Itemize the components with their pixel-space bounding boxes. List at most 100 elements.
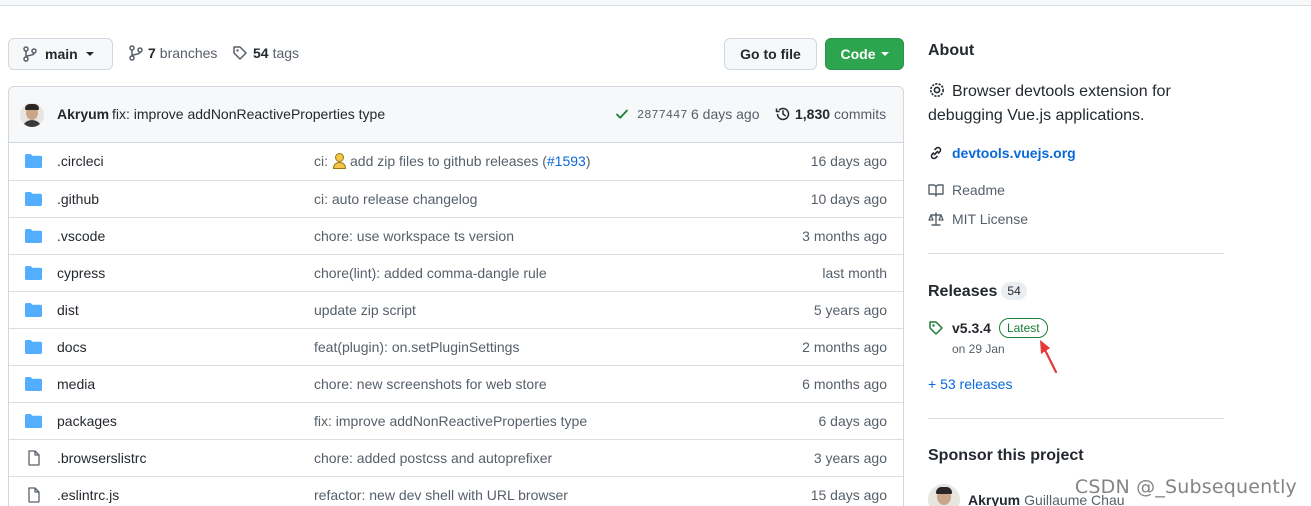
sponsor-login: Akryum xyxy=(968,492,1021,506)
folder-icon xyxy=(25,154,42,168)
tags-count: 54 xyxy=(253,45,269,61)
table-row: dist update zip script 5 years ago xyxy=(9,291,903,328)
file-time: last month xyxy=(822,265,887,281)
releases-count-badge: 54 xyxy=(1001,282,1027,300)
commit-message-link[interactable]: chore: new screenshots for web store xyxy=(314,376,547,392)
commit-message-link[interactable]: refactor: new dev shell with URL browser xyxy=(314,487,568,503)
file-time: 6 days ago xyxy=(818,413,888,429)
folder-icon xyxy=(25,414,42,428)
table-row: .vscode chore: use workspace ts version 3 … xyxy=(9,217,903,254)
check-icon[interactable] xyxy=(615,107,629,121)
file-time: 3 months ago xyxy=(802,228,887,244)
file-name-link[interactable]: docs xyxy=(57,339,87,355)
commit-message-end: ) xyxy=(585,153,591,169)
tags-label: tags xyxy=(272,45,300,61)
history-icon xyxy=(775,107,790,121)
folder-icon xyxy=(25,192,42,206)
file-name-link[interactable]: media xyxy=(57,376,95,392)
branches-link[interactable]: 7 branches xyxy=(129,45,217,61)
file-time: 2 months ago xyxy=(802,339,887,355)
book-icon xyxy=(928,184,944,197)
file-name-link[interactable]: .github xyxy=(57,191,99,207)
homepage-link[interactable]: devtools.vuejs.org xyxy=(928,145,1076,161)
file-time: 3 years ago xyxy=(813,450,887,466)
file-list: .circleci ci: add zip files to github re… xyxy=(9,143,903,506)
file-name-link[interactable]: cypress xyxy=(57,265,105,281)
table-row: docs feat(plugin): on.setPluginSettings 2 … xyxy=(9,328,903,365)
commit-message-link[interactable]: ci: xyxy=(314,153,328,169)
file-icon xyxy=(28,487,40,503)
code-button-label: Code xyxy=(840,46,876,62)
file-name-link[interactable]: .eslintrc.js xyxy=(57,487,119,503)
go-to-file-button[interactable]: Go to file xyxy=(724,38,817,70)
commit-time: 6 days ago xyxy=(691,106,760,122)
table-row: .github ci: auto release changelog 10 days… xyxy=(9,180,903,217)
table-row: packages fix: improve addNonReactivePrope… xyxy=(9,402,903,439)
file-name-link[interactable]: .browserslistrc xyxy=(57,450,146,466)
sidebar-divider xyxy=(928,253,1224,254)
readme-link[interactable]: Readme xyxy=(928,182,1005,198)
branches-count: 7 xyxy=(148,45,156,61)
commit-message-link[interactable]: chore(lint): added comma-dangle rule xyxy=(314,265,547,281)
code-button[interactable]: Code xyxy=(825,38,904,70)
table-row: .eslintrc.js refactor: new dev shell with… xyxy=(9,476,903,506)
latest-release[interactable]: v5.3.4 Latest xyxy=(928,318,1048,338)
release-version: v5.3.4 xyxy=(952,320,991,336)
license-link[interactable]: MIT License xyxy=(928,211,1028,227)
more-releases-link[interactable]: + 53 releases xyxy=(928,376,1012,392)
homepage-label: devtools.vuejs.org xyxy=(952,145,1076,161)
commits-label: commits xyxy=(834,106,887,122)
commit-author-link[interactable]: Akryum xyxy=(57,106,109,122)
commits-history-link[interactable]: 1,830 commits xyxy=(775,106,886,122)
file-name-link[interactable]: packages xyxy=(57,413,117,429)
about-heading: About xyxy=(928,42,975,59)
commit-message-link[interactable]: fix: improve addNonReactiveProperties ty… xyxy=(112,106,385,122)
folder-icon xyxy=(25,303,42,317)
table-row: media chore: new screenshots for web stor… xyxy=(9,365,903,402)
tag-icon xyxy=(929,321,943,335)
annotation-arrow-icon xyxy=(1040,340,1058,374)
file-time: 16 days ago xyxy=(810,153,887,169)
commit-message-link[interactable]: chore: added postcss and autoprefixer xyxy=(314,450,552,466)
folder-icon xyxy=(25,266,42,280)
branch-label: main xyxy=(45,46,78,62)
sponsor-heading: Sponsor this project xyxy=(928,447,1084,464)
gear-icon xyxy=(930,83,944,97)
folder-icon xyxy=(25,340,42,354)
folder-icon xyxy=(25,377,42,391)
sidebar-divider xyxy=(928,418,1224,419)
file-commit-message: ci: add zip files to github releases (#1… xyxy=(314,153,591,169)
person-emoji-icon xyxy=(332,153,346,169)
link-icon xyxy=(930,146,942,160)
commit-message-link[interactable]: add zip files to github releases ( xyxy=(350,153,547,169)
commit-message-link[interactable]: update zip script xyxy=(314,302,416,318)
file-name-link[interactable]: dist xyxy=(57,302,79,318)
avatar[interactable] xyxy=(20,103,44,127)
file-time: 6 months ago xyxy=(802,376,887,392)
folder-icon xyxy=(25,229,42,243)
commit-sha-link[interactable]: 2877447 xyxy=(637,108,687,122)
file-name-link[interactable]: .vscode xyxy=(57,228,105,244)
about-description-text: Browser devtools extension for debugging… xyxy=(928,83,1171,124)
release-date: on 29 Jan xyxy=(952,342,1005,356)
releases-heading-label: Releases xyxy=(928,283,998,300)
commit-message-link[interactable]: fix: improve addNonReactiveProperties ty… xyxy=(314,413,587,429)
readme-label: Readme xyxy=(952,182,1005,198)
commit-message-link[interactable]: feat(plugin): on.setPluginSettings xyxy=(314,339,519,355)
about-description: Browser devtools extension for debugging… xyxy=(928,80,1218,128)
latest-badge: Latest xyxy=(998,318,1048,338)
releases-heading[interactable]: Releases 54 xyxy=(928,282,1027,301)
file-time: 15 days ago xyxy=(810,487,887,503)
pull-request-link[interactable]: #1593 xyxy=(547,153,586,169)
commit-message-link[interactable]: chore: use workspace ts version xyxy=(314,228,514,244)
branches-label: branches xyxy=(159,45,218,61)
tags-link[interactable]: 54 tags xyxy=(232,45,299,61)
chevron-down-icon xyxy=(880,52,889,56)
watermark: CSDN @_Subsequently xyxy=(1074,476,1297,498)
avatar[interactable] xyxy=(928,484,960,506)
file-name-link[interactable]: .circleci xyxy=(57,153,104,169)
branch-select-button[interactable]: main xyxy=(8,38,113,70)
commit-message-link[interactable]: ci: auto release changelog xyxy=(314,191,477,207)
chevron-down-icon xyxy=(85,52,94,56)
latest-commit-bar: Akryum fix: improve addNonReactiveProper… xyxy=(9,87,903,143)
